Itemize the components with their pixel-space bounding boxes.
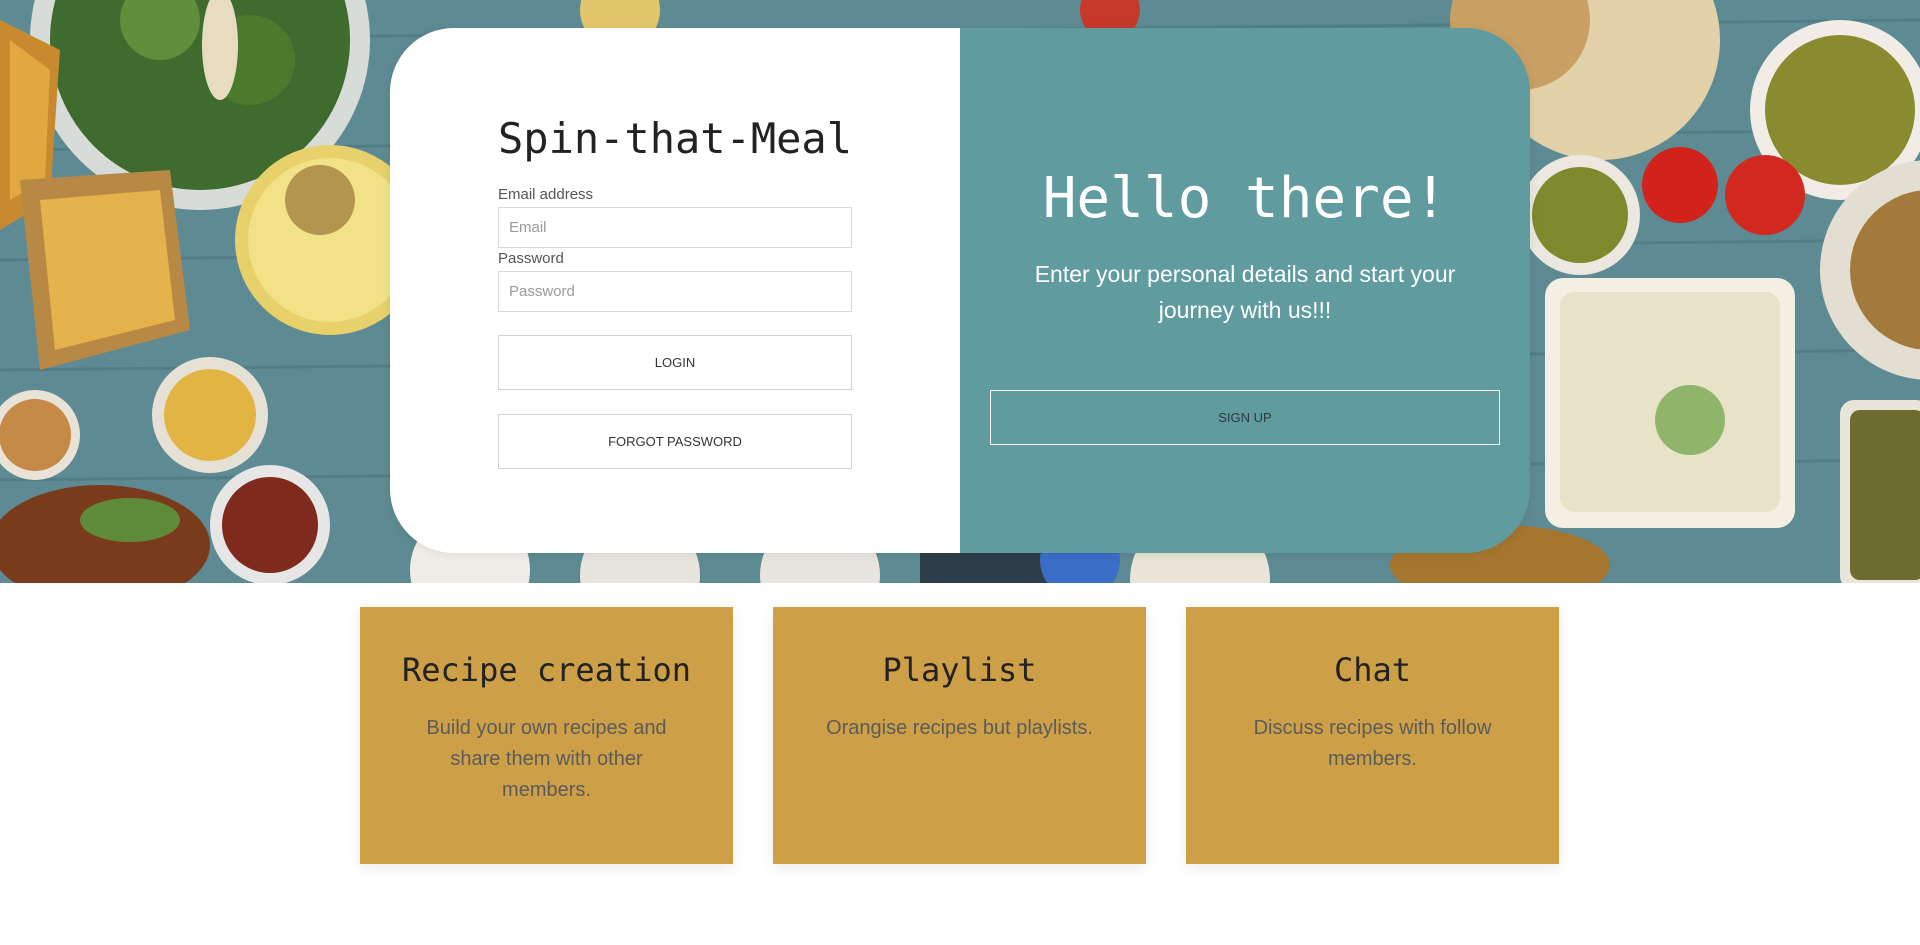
feature-title: Chat (1333, 651, 1412, 689)
feature-card-recipe-creation: Recipe creation Build your own recipes a… (360, 607, 733, 864)
welcome-title: Hello there! (1042, 166, 1448, 231)
feature-card-chat: Chat Discuss recipes with follow members… (1186, 607, 1559, 864)
feature-description: Discuss recipes with follow members. (1253, 717, 1492, 770)
auth-card: Spin-that-Meal Email address Password LO… (390, 28, 1530, 553)
login-button[interactable]: LOGIN (498, 335, 852, 390)
feature-title: Recipe creation (402, 651, 691, 689)
welcome-subtitle: Enter your personal details and start yo… (1034, 261, 1456, 323)
hero-food-background: Spin-that-Meal Email address Password LO… (0, 0, 1920, 583)
forgot-password-button[interactable]: FORGOT PASSWORD (498, 414, 852, 469)
password-field[interactable] (498, 271, 852, 312)
login-panel: Spin-that-Meal Email address Password LO… (390, 28, 960, 553)
feature-description: Build your own recipes and share them wi… (426, 717, 667, 801)
sign-up-button[interactable]: SIGN UP (990, 390, 1500, 445)
password-label: Password (498, 250, 564, 267)
email-field[interactable] (498, 207, 852, 248)
feature-card-playlist: Playlist Orangise recipes but playlists. (773, 607, 1146, 864)
signup-panel: Hello there! Enter your personal details… (960, 28, 1530, 553)
feature-title: Playlist (882, 651, 1037, 689)
app-title: Spin-that-Meal (498, 114, 853, 163)
feature-description: Orangise recipes but playlists. (826, 717, 1093, 739)
email-label: Email address (498, 186, 594, 203)
